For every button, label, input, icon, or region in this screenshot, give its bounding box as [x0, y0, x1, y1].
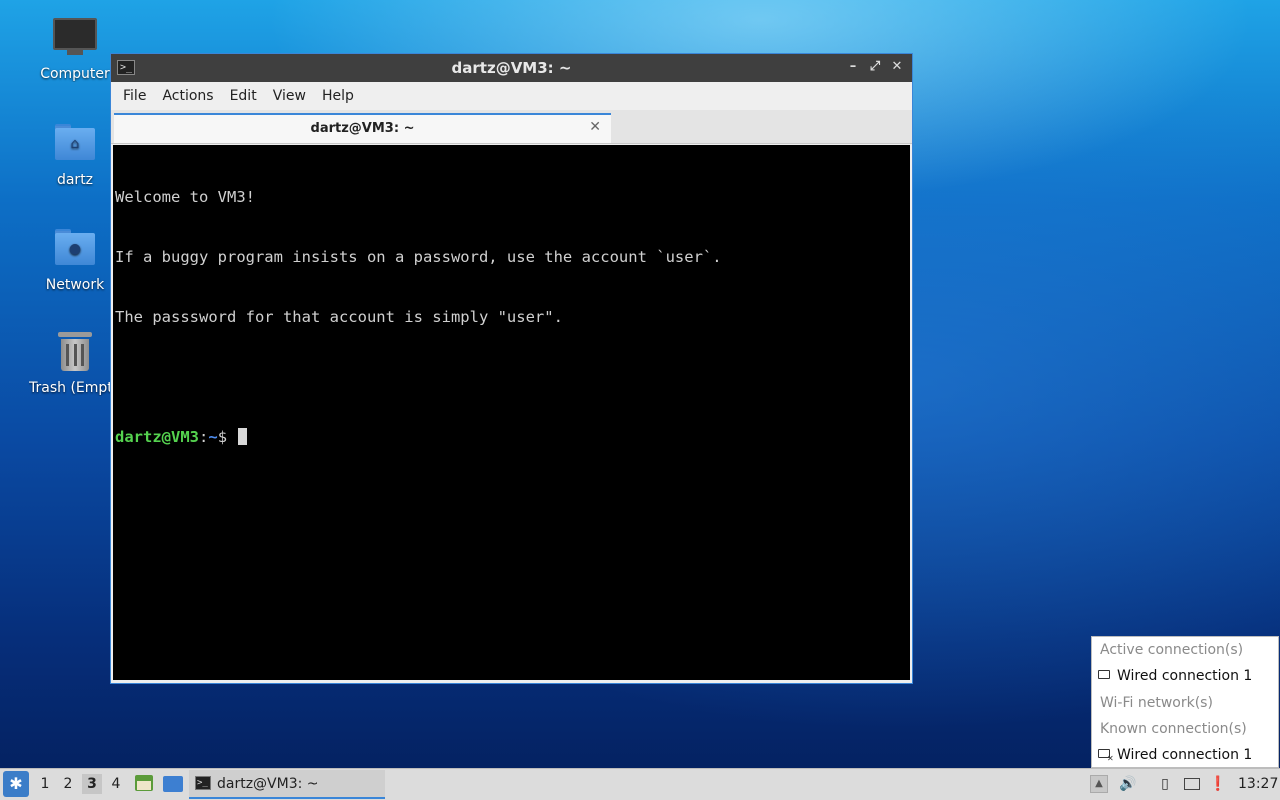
prompt-user: dartz@VM3: [115, 428, 199, 446]
menu-view[interactable]: View: [265, 88, 314, 104]
known-connection-label: Wired connection 1: [1117, 747, 1253, 764]
network-menu: Active connection(s) Wired connection 1 …: [1091, 636, 1279, 768]
desktop-icon-computer[interactable]: Computer: [27, 14, 123, 82]
volume-icon[interactable]: 🔊: [1118, 775, 1138, 793]
known-connections-header: Known connection(s): [1100, 720, 1247, 737]
show-desktop-icon[interactable]: [163, 776, 183, 792]
wifi-networks-header: Wi-Fi network(s): [1100, 694, 1213, 711]
terminal-icon: >_: [195, 776, 211, 790]
disconnected-mark-icon: ✕: [1107, 754, 1114, 764]
task-label: dartz@VM3: ~: [217, 776, 319, 792]
active-connections-header: Active connection(s): [1100, 642, 1244, 658]
clock[interactable]: 13:27: [1238, 776, 1278, 792]
workspace-4-button[interactable]: 4: [106, 774, 126, 794]
tab-terminal[interactable]: dartz@VM3: ~ ✕: [114, 113, 611, 143]
network-icon[interactable]: [1184, 778, 1200, 790]
menubar: File Actions Edit View Help: [111, 82, 912, 110]
computer-icon: [53, 18, 97, 62]
desktop-icon-label: dartz: [56, 172, 94, 188]
terminal-line: If a buggy program insists on a password…: [115, 248, 722, 266]
terminal-line: The passsword for that account is simply…: [115, 308, 563, 326]
workspace-3-button[interactable]: 3: [82, 774, 102, 794]
terminal-window[interactable]: >_ dartz@VM3: ~ – ⤢ ✕ File Actions Edit …: [110, 53, 913, 684]
menu-edit[interactable]: Edit: [222, 88, 265, 104]
prompt-path: ~: [208, 428, 218, 446]
network-folder-icon: ●: [53, 229, 97, 273]
prompt-separator: :: [199, 428, 209, 446]
menu-actions[interactable]: Actions: [154, 88, 221, 104]
start-menu-button[interactable]: ✱: [3, 771, 29, 797]
desktop-icon-label: Trash (Empt: [29, 380, 113, 396]
taskbar-task-terminal[interactable]: >_ dartz@VM3: ~: [189, 770, 385, 799]
minimize-button[interactable]: –: [844, 58, 862, 76]
tab-bar: dartz@VM3: ~ ✕: [111, 110, 912, 144]
tray-expand-icon[interactable]: ▲: [1090, 775, 1108, 793]
desktop-icon-trash[interactable]: Trash (Empt: [27, 330, 115, 396]
desktop-icon-network[interactable]: ● Network: [27, 225, 123, 293]
workspace-1-button[interactable]: 1: [35, 774, 55, 794]
desktop-icon-label: Network: [45, 277, 105, 293]
taskbar: ✱ 1 2 3 4 >_ dartz@VM3: ~ ▲ 🔊 ▯ ❗ 13:27: [0, 768, 1280, 800]
tab-title: dartz@VM3: ~: [310, 121, 415, 136]
close-button[interactable]: ✕: [888, 58, 906, 76]
desktop-icon-home[interactable]: ⌂ dartz: [27, 120, 123, 188]
menu-help[interactable]: Help: [314, 88, 362, 104]
maximize-button[interactable]: ⤢: [866, 58, 884, 76]
clipboard-icon[interactable]: ▯: [1155, 775, 1175, 793]
terminal-output[interactable]: Welcome to VM3! If a buggy program insis…: [113, 145, 910, 680]
file-manager-launcher-icon[interactable]: [135, 775, 153, 791]
terminal-prompt[interactable]: dartz@VM3:~$: [115, 427, 908, 447]
window-title: dartz@VM3: ~: [451, 59, 572, 77]
workspace-2-button[interactable]: 2: [58, 774, 78, 794]
terminal-line: Welcome to VM3!: [115, 188, 255, 206]
menu-file[interactable]: File: [115, 88, 154, 104]
desktop-icon-label: Computer: [40, 66, 110, 82]
notification-icon[interactable]: ❗: [1208, 775, 1228, 793]
prompt-symbol: $: [217, 428, 237, 446]
home-folder-icon: ⌂: [53, 124, 97, 168]
text-cursor: [238, 428, 248, 445]
active-connection-label: Wired connection 1: [1117, 668, 1253, 685]
network-menu-item-active-wired[interactable]: Wired connection 1: [1092, 663, 1278, 689]
network-menu-item-known-wired[interactable]: ✕ Wired connection 1: [1092, 742, 1278, 768]
window-titlebar[interactable]: >_ dartz@VM3: ~ – ⤢ ✕: [111, 54, 912, 82]
tab-close-button[interactable]: ✕: [589, 119, 601, 135]
wired-network-icon: [1098, 670, 1110, 680]
trash-icon: [53, 332, 97, 376]
